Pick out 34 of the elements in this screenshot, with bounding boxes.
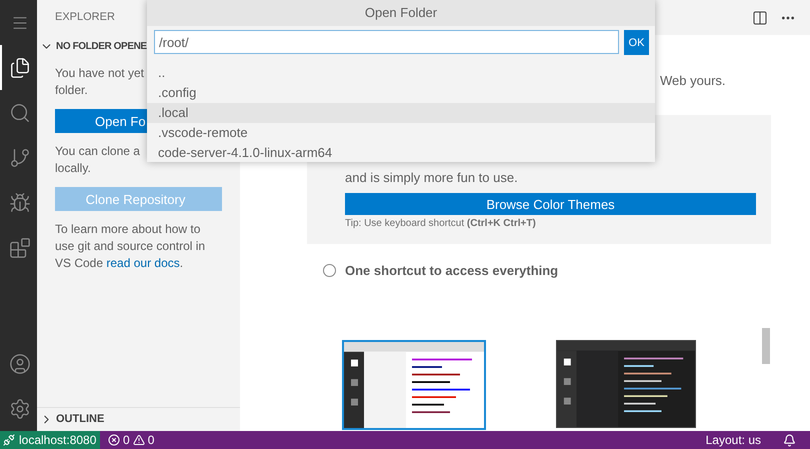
scrollbar-thumb[interactable] [762,328,770,364]
clone-text: You can clone a [55,143,140,160]
card-text: and is simply more fun to use. [345,169,519,187]
sidebar-title: EXPLORER [54,10,116,25]
theme-preview[interactable] [342,340,486,430]
step-label[interactable]: One shortcut to access everything [345,262,558,278]
message-text: You have not yet [55,65,144,82]
bell-icon[interactable] [783,434,796,446]
ok-button[interactable]: OK [624,30,649,55]
warning-icon[interactable] [132,434,145,446]
theme-preview[interactable] [556,340,696,428]
browse-themes-button[interactable]: Browse Color Themes [345,193,756,215]
error-count[interactable]: 0 [123,433,130,447]
clone-text: locally. [55,160,91,177]
split-editor-icon[interactable] [752,10,768,26]
path-input[interactable]: /root/ [154,30,619,54]
warning-count[interactable]: 0 [148,433,154,447]
radio-button[interactable] [323,264,336,276]
dialog-title: Open Folder [147,0,655,26]
tip-text: Tip: Use keyboard shortcut (Ctrl+K Ctrl+T) [345,217,537,230]
remote-icon [3,434,15,446]
remote-indicator[interactable]: localhost:8080 [0,431,100,449]
intro-text: Web yours. [660,73,727,89]
folder-item[interactable]: .config [147,83,655,103]
message-text: folder. [55,82,88,99]
error-icon[interactable] [108,434,120,446]
folder-item[interactable]: .. [147,63,655,83]
section-title[interactable]: NO FOLDER OPENE [56,40,147,52]
folder-item[interactable]: code-server-4.1.0-linux-arm64 [147,143,655,163]
section-title[interactable]: OUTLINE [56,413,104,425]
keyboard-layout[interactable]: Layout: us [706,433,761,447]
docs-text: To learn more about how to use git and source control in VS Code read our docs. [55,221,206,272]
folder-item[interactable]: .local [147,103,655,123]
docs-link[interactable]: read our docs [106,256,180,270]
